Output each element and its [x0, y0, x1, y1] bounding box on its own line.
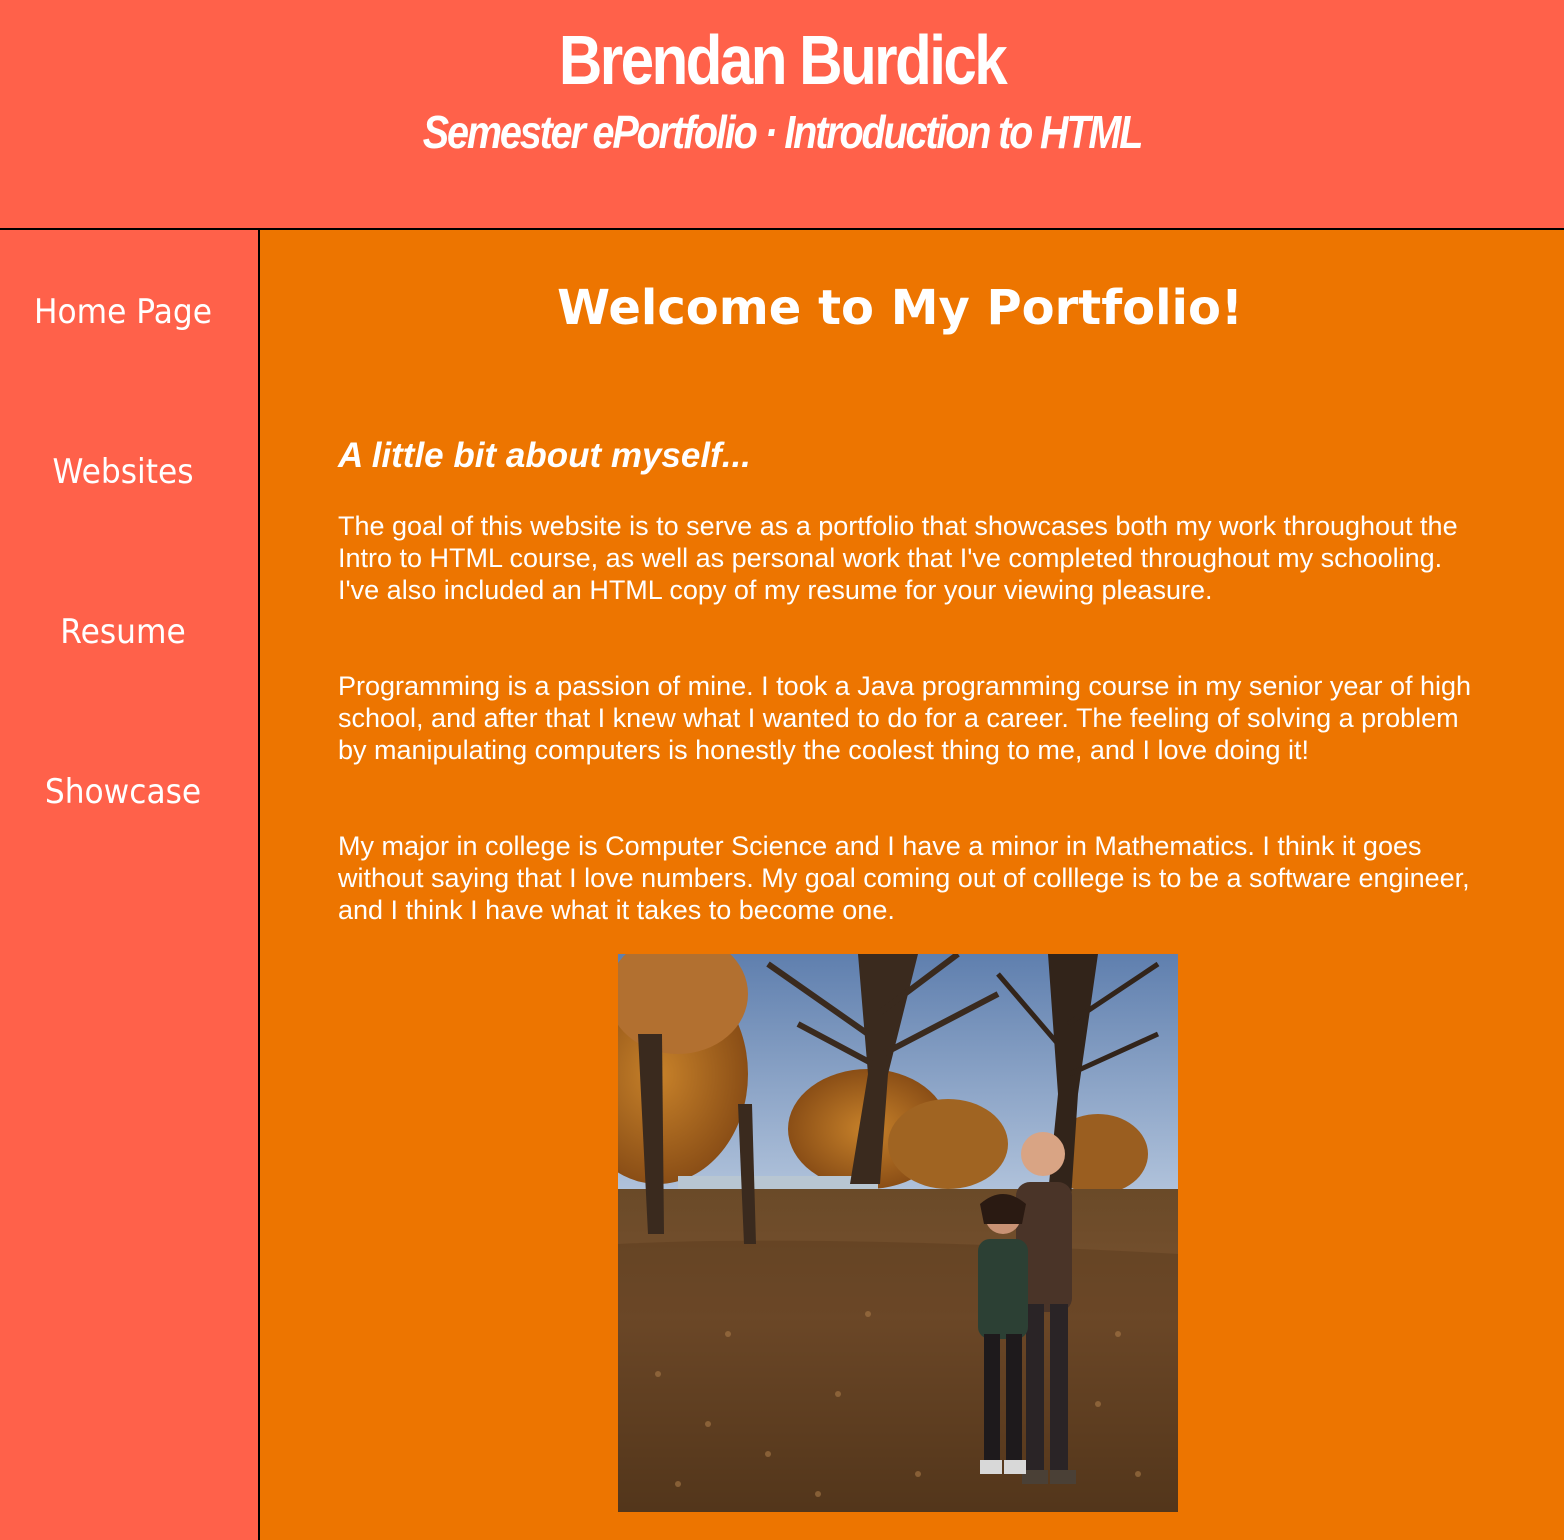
about-paragraph-3: My major in college is Computer Science …	[338, 831, 1470, 925]
about-paragraph-2: Programming is a passion of mine. I took…	[338, 671, 1472, 765]
about-heading: A little bit about myself...	[338, 436, 751, 475]
site-subtitle: Semester ePortfolio · Introduction to HT…	[422, 106, 1144, 158]
about-paragraph-1: The goal of this website is to serve as …	[338, 511, 1458, 605]
nav-item-home-page[interactable]: Home Page	[10, 290, 236, 334]
nav-item-showcase[interactable]: Showcase	[10, 770, 236, 814]
portrait-photo	[618, 954, 1178, 1512]
nav-item-websites[interactable]: Websites	[10, 450, 236, 494]
sidebar-nav: Home Page Websites Resume Showcase	[0, 230, 260, 1540]
site-header: Brendan Burdick Semester ePortfolio · In…	[0, 0, 1564, 230]
nav-item-resume[interactable]: Resume	[10, 610, 236, 654]
welcome-heading: Welcome to My Portfolio!	[557, 280, 1243, 336]
site-title: Brendan Burdick	[558, 21, 1008, 99]
main-content: Welcome to My Portfolio! A little bit ab…	[260, 230, 1564, 1540]
